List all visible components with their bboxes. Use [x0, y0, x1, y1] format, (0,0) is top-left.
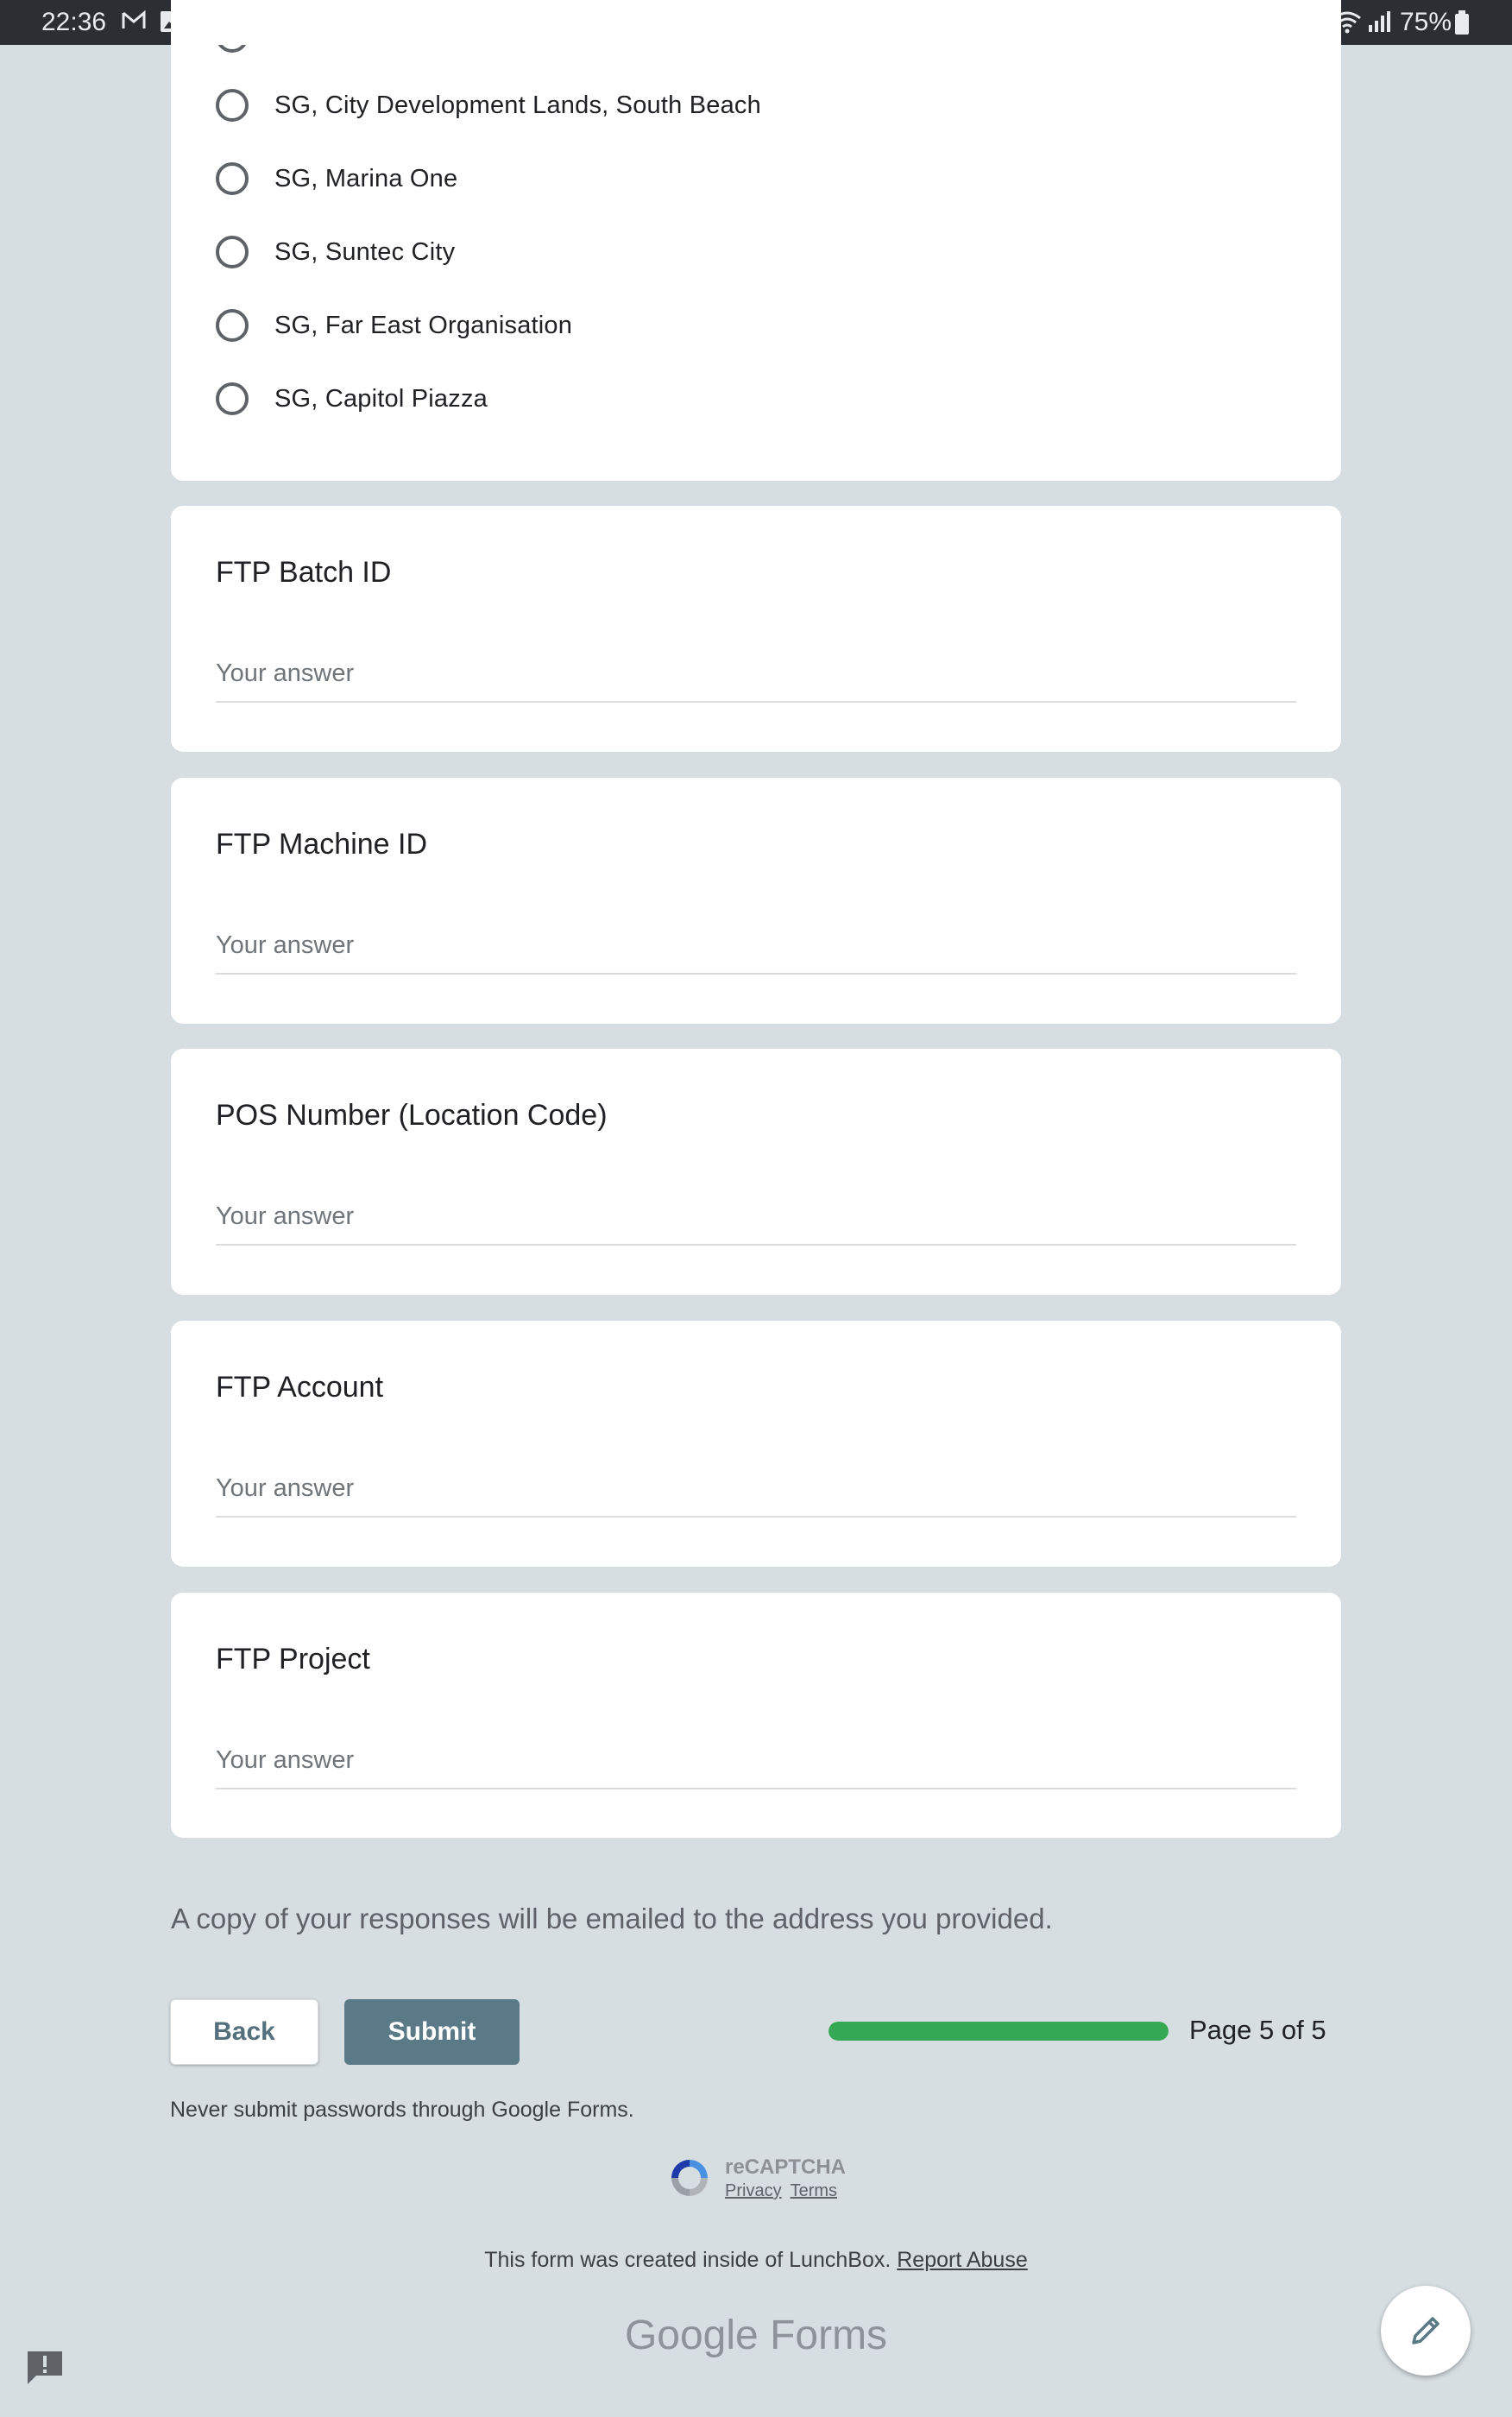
question-card-ftp-batch-id: FTP Batch ID	[171, 506, 1341, 752]
brand-google: Google	[624, 2313, 759, 2358]
answer-input[interactable]	[216, 1192, 1296, 1246]
progress-bar	[828, 2022, 1169, 2041]
radio-option-partial[interactable]	[216, 45, 249, 62]
recaptcha-badge: reCAPTCHA Privacy Terms	[665, 2153, 872, 2205]
recaptcha-icon	[671, 2160, 708, 2196]
created-note: This form was created inside of LunchBox…	[0, 2248, 1512, 2273]
radio-circle[interactable]	[216, 45, 249, 53]
question-title: FTP Project	[216, 1643, 370, 1675]
battery-percent: 75%	[1399, 8, 1452, 36]
battery-icon	[1455, 10, 1469, 35]
recaptcha-privacy-link[interactable]: Privacy	[725, 2181, 782, 2200]
status-time: 22:36	[41, 8, 107, 36]
question-card-ftp-account: FTP Account	[171, 1321, 1341, 1567]
question-title: FTP Machine ID	[216, 828, 428, 861]
edit-fab-button[interactable]	[1381, 2286, 1471, 2376]
radio-circle[interactable]	[216, 162, 249, 195]
gmail-icon	[122, 9, 146, 28]
radio-option-label: SG, Far East Organisation	[274, 311, 573, 339]
submit-button[interactable]: Submit	[344, 1999, 520, 2065]
radio-circle[interactable]	[216, 89, 249, 122]
radio-option[interactable]: SG, Suntec City	[216, 226, 455, 278]
feedback-icon[interactable]	[24, 2348, 66, 2386]
radio-option-label: SG, Suntec City	[274, 237, 456, 266]
recaptcha-title: reCAPTCHA	[725, 2155, 847, 2179]
question-card-pos-number: POS Number (Location Code)	[171, 1049, 1341, 1295]
answer-input[interactable]	[216, 921, 1296, 975]
recaptcha-terms-link[interactable]: Terms	[791, 2181, 837, 2200]
google-forms-logo[interactable]: Google Forms	[0, 2312, 1512, 2359]
location-question-card: SG, City Development Lands, South Beach …	[171, 0, 1341, 481]
signal-icon	[1369, 11, 1390, 32]
radio-option[interactable]: SG, Capitol Piazza	[216, 373, 488, 425]
radio-option[interactable]: SG, Far East Organisation	[216, 300, 572, 351]
back-button[interactable]: Back	[170, 1999, 318, 2065]
question-title: FTP Batch ID	[216, 556, 392, 589]
radio-option-label: SG, Capitol Piazza	[274, 384, 488, 413]
created-text: This form was created inside of LunchBox…	[484, 2248, 891, 2272]
answer-input[interactable]	[216, 1736, 1296, 1789]
edit-pencil-icon	[1412, 2317, 1440, 2344]
radio-option[interactable]: SG, City Development Lands, South Beach	[216, 79, 761, 131]
password-warning: Never submit passwords through Google Fo…	[170, 2098, 634, 2122]
progress-fill	[828, 2022, 1169, 2041]
radio-circle[interactable]	[216, 382, 249, 415]
question-title: FTP Account	[216, 1371, 384, 1404]
answer-input[interactable]	[216, 649, 1296, 703]
brand-forms: Forms	[770, 2313, 888, 2358]
radio-circle[interactable]	[216, 309, 249, 342]
radio-circle[interactable]	[216, 236, 249, 268]
question-title: POS Number (Location Code)	[216, 1099, 608, 1132]
answer-input[interactable]	[216, 1464, 1296, 1518]
email-copy-note: A copy of your responses will be emailed…	[171, 1903, 1053, 1934]
page-indicator: Page 5 of 5	[1189, 2015, 1326, 2045]
question-card-ftp-machine-id: FTP Machine ID	[171, 778, 1341, 1024]
question-card-ftp-project: FTP Project	[171, 1593, 1341, 1838]
report-abuse-link[interactable]: Report Abuse	[897, 2248, 1028, 2272]
radio-option-label: SG, Marina One	[274, 164, 458, 192]
radio-option-label: SG, City Development Lands, South Beach	[274, 91, 761, 119]
radio-option[interactable]: SG, Marina One	[216, 153, 457, 205]
